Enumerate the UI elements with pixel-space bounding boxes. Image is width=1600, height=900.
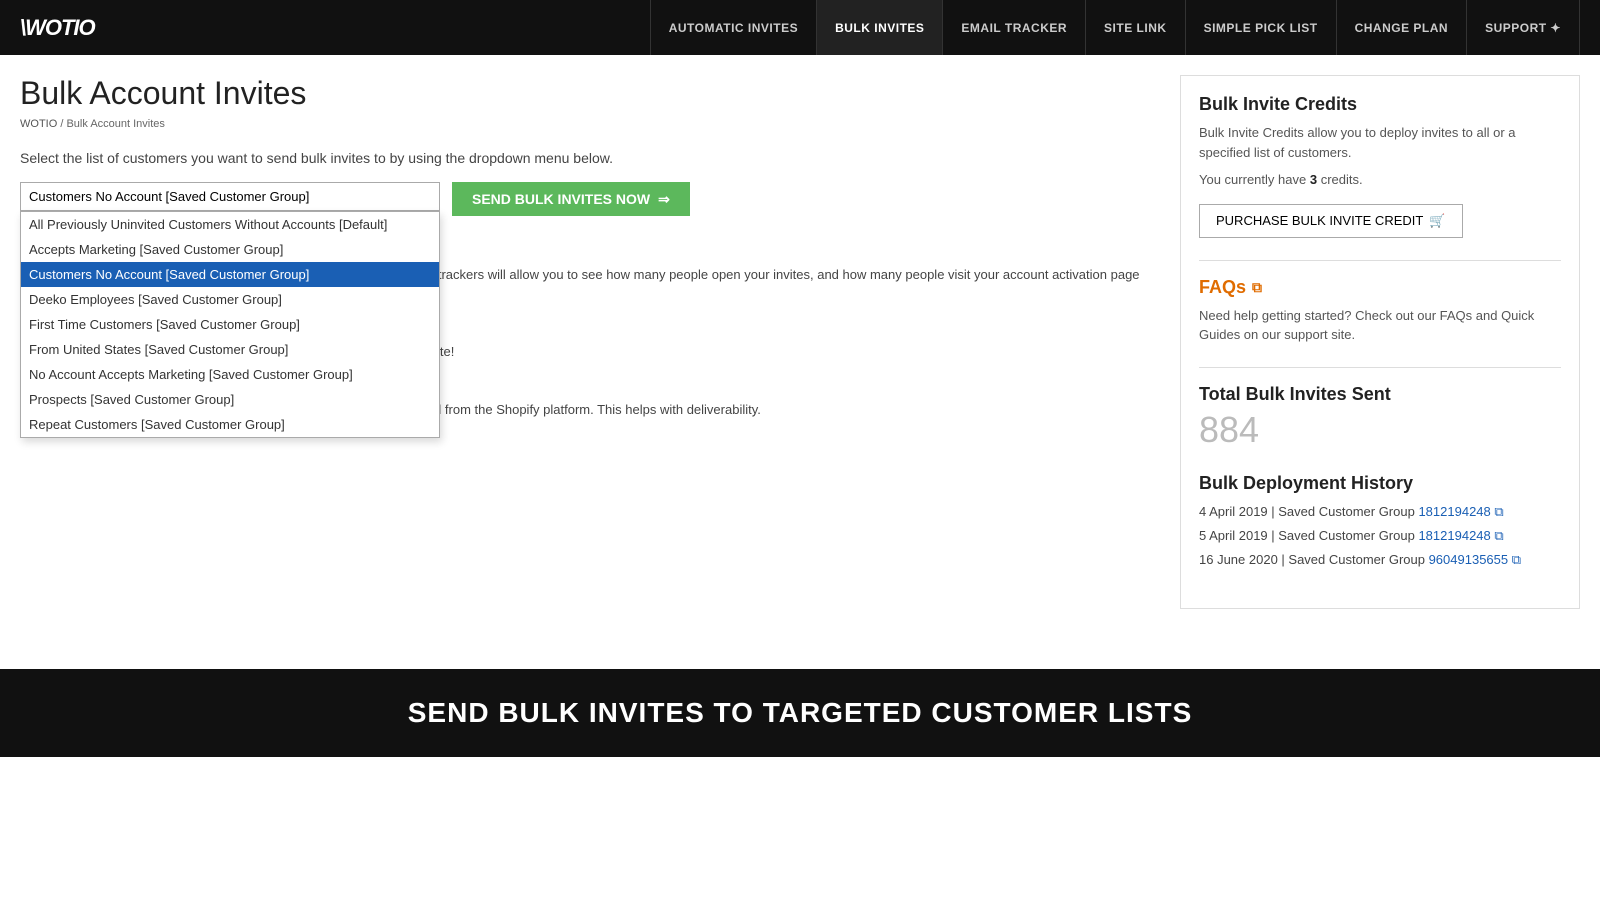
- send-bulk-invites-button[interactable]: SEND BULK INVITES NOW ⇒: [452, 182, 690, 216]
- history-link-2[interactable]: 1812194248 ⧉: [1418, 528, 1503, 543]
- total-sent-section: Total Bulk Invites Sent 884: [1199, 384, 1561, 451]
- history-link-1[interactable]: 1812194248 ⧉: [1418, 504, 1503, 519]
- faq-title: FAQs ⧉: [1199, 277, 1561, 298]
- credits-number: 3: [1310, 172, 1317, 187]
- bottom-banner: SEND BULK INVITES TO TARGETED CUSTOMER L…: [0, 669, 1600, 757]
- send-btn-label: SEND BULK INVITES NOW: [472, 191, 650, 207]
- dropdown-option-accepts-marketing[interactable]: Accepts Marketing [Saved Customer Group]: [21, 237, 439, 262]
- dropdown-option-first-time[interactable]: First Time Customers [Saved Customer Gro…: [21, 312, 439, 337]
- history-link-3[interactable]: 96049135655 ⧉: [1429, 552, 1521, 567]
- main-content: Bulk Account Invites WOTIO / Bulk Accoun…: [20, 75, 1180, 609]
- purchase-btn-label: PURCHASE BULK INVITE CREDIT: [1216, 213, 1423, 228]
- faq-external-icon: ⧉: [1252, 279, 1262, 296]
- history-item-3: 16 June 2020 | Saved Customer Group 9604…: [1199, 552, 1561, 568]
- page-wrapper: Bulk Account Invites WOTIO / Bulk Accoun…: [0, 55, 1600, 629]
- divider-1: [1199, 260, 1561, 261]
- history-section: Bulk Deployment History 4 April 2019 | S…: [1199, 473, 1561, 568]
- history-date-2: 5 April 2019 | Saved Customer Group: [1199, 528, 1418, 543]
- total-sent-number: 884: [1199, 409, 1561, 451]
- send-btn-icon: ⇒: [658, 191, 670, 208]
- credits-suffix: credits.: [1321, 172, 1363, 187]
- nav-links: AUTOMATIC INVITES BULK INVITES EMAIL TRA…: [650, 0, 1580, 55]
- breadcrumb-home[interactable]: WOTIO: [20, 118, 57, 130]
- cart-icon: 🛒: [1429, 213, 1445, 229]
- page-title: Bulk Account Invites: [20, 75, 1150, 112]
- credits-desc: Bulk Invite Credits allow you to deploy …: [1199, 123, 1561, 162]
- dropdown-option-us[interactable]: From United States [Saved Customer Group…: [21, 337, 439, 362]
- dropdown-wrapper: All Previously Uninvited Customers Witho…: [20, 182, 440, 211]
- nav-automatic-invites[interactable]: AUTOMATIC INVITES: [650, 0, 817, 55]
- breadcrumb-current: Bulk Account Invites: [66, 118, 164, 130]
- faq-section: FAQs ⧉ Need help getting started? Check …: [1199, 277, 1561, 345]
- total-sent-title: Total Bulk Invites Sent: [1199, 384, 1561, 405]
- credits-count-text: You currently have 3 credits.: [1199, 170, 1561, 190]
- credits-you-have: You currently have: [1199, 172, 1306, 187]
- nav-bulk-invites[interactable]: BULK INVITES: [817, 0, 943, 55]
- dropdown-option-deeko[interactable]: Deeko Employees [Saved Customer Group]: [21, 287, 439, 312]
- history-date-3: 16 June 2020 | Saved Customer Group: [1199, 552, 1429, 567]
- nav-site-link[interactable]: SITE LINK: [1086, 0, 1186, 55]
- dropdown-option-no-account-marketing[interactable]: No Account Accepts Marketing [Saved Cust…: [21, 362, 439, 387]
- dropdown-option-no-account[interactable]: Customers No Account [Saved Customer Gro…: [21, 262, 439, 287]
- dropdown-list: All Previously Uninvited Customers Witho…: [20, 211, 440, 438]
- credits-title: Bulk Invite Credits: [1199, 94, 1561, 115]
- banner-text: SEND BULK INVITES TO TARGETED CUSTOMER L…: [408, 697, 1193, 728]
- nav-email-tracker[interactable]: EMAIL TRACKER: [943, 0, 1086, 55]
- history-item-2: 5 April 2019 | Saved Customer Group 1812…: [1199, 528, 1561, 544]
- dropdown-row: All Previously Uninvited Customers Witho…: [20, 182, 1150, 216]
- history-item-1: 4 April 2019 | Saved Customer Group 1812…: [1199, 504, 1561, 520]
- sidebar: Bulk Invite Credits Bulk Invite Credits …: [1180, 75, 1580, 609]
- faq-label: FAQs: [1199, 277, 1246, 298]
- faq-text: Need help getting started? Check out our…: [1199, 306, 1561, 345]
- nav-support[interactable]: SUPPORT ✦: [1467, 0, 1580, 55]
- logo: \WOTIO: [20, 15, 95, 41]
- page-subtitle: Select the list of customers you want to…: [20, 150, 1150, 166]
- history-date-1: 4 April 2019 | Saved Customer Group: [1199, 504, 1418, 519]
- nav-change-plan[interactable]: CHANGE PLAN: [1337, 0, 1468, 55]
- dropdown-option-repeat[interactable]: Repeat Customers [Saved Customer Group]: [21, 412, 439, 437]
- credits-section: Bulk Invite Credits Bulk Invite Credits …: [1199, 94, 1561, 238]
- customer-list-dropdown[interactable]: All Previously Uninvited Customers Witho…: [20, 182, 440, 211]
- dropdown-option-default[interactable]: All Previously Uninvited Customers Witho…: [21, 212, 439, 237]
- divider-2: [1199, 367, 1561, 368]
- navbar: \WOTIO AUTOMATIC INVITES BULK INVITES EM…: [0, 0, 1600, 55]
- sidebar-card: Bulk Invite Credits Bulk Invite Credits …: [1180, 75, 1580, 609]
- purchase-credit-button[interactable]: PURCHASE BULK INVITE CREDIT 🛒: [1199, 204, 1463, 238]
- nav-simple-pick-list[interactable]: SIMPLE PICK LIST: [1186, 0, 1337, 55]
- breadcrumb: WOTIO / Bulk Account Invites: [20, 118, 1150, 130]
- history-title: Bulk Deployment History: [1199, 473, 1561, 494]
- dropdown-option-prospects[interactable]: Prospects [Saved Customer Group]: [21, 387, 439, 412]
